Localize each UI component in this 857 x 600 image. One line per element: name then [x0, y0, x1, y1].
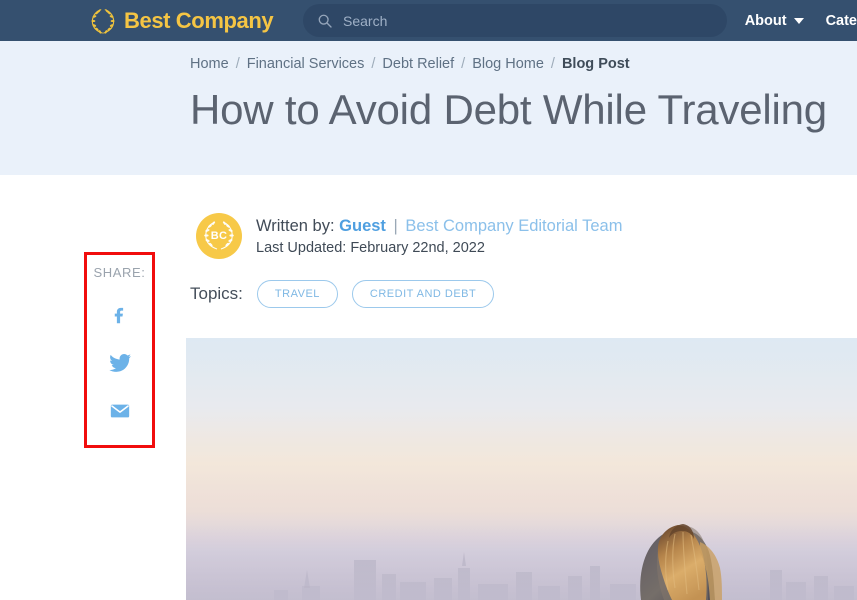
facebook-icon	[114, 307, 123, 324]
byline-block: Written by: Guest | Best Company Editori…	[256, 213, 622, 256]
chevron-down-icon	[793, 17, 804, 24]
search-input[interactable]	[343, 12, 713, 29]
last-updated: Last Updated: February 22nd, 2022	[256, 240, 485, 257]
nav-item-categories-label: Cate	[825, 12, 857, 29]
search-bar[interactable]	[303, 4, 727, 37]
share-rail: SHARE:	[84, 252, 155, 448]
search-icon	[318, 14, 332, 28]
nav-item-categories[interactable]: Cate	[826, 13, 857, 29]
article-meta: BC Written by: Guest | Best Company Edit…	[196, 213, 622, 259]
topic-tag-travel[interactable]: TRAVEL	[256, 280, 338, 308]
brand-logo[interactable]: Best Company	[88, 0, 274, 41]
hero-photo-illustration	[186, 338, 857, 600]
breadcrumb-separator: /	[371, 56, 376, 72]
nav-item-about-label: About	[744, 12, 787, 29]
hero-banner: Home / Financial Services / Debt Relief …	[0, 41, 857, 175]
primary-nav: About Cate	[745, 0, 857, 41]
share-email-button[interactable]	[107, 398, 133, 424]
topics-label: Topics:	[190, 284, 243, 303]
breadcrumb-separator: /	[461, 56, 466, 72]
breadcrumb-item-blog-post: Blog Post	[561, 56, 630, 72]
topic-tag-credit-and-debt[interactable]: CREDIT AND DEBT	[351, 280, 495, 308]
share-label: SHARE:	[93, 265, 146, 280]
breadcrumb-item-financial-services[interactable]: Financial Services	[247, 56, 365, 72]
brand-name: Best Company	[124, 7, 274, 33]
breadcrumb: Home / Financial Services / Debt Relief …	[190, 56, 630, 72]
byline-separator: |	[393, 217, 398, 235]
avatar: BC	[196, 213, 242, 259]
breadcrumb-separator: /	[550, 56, 555, 72]
byline: Written by: Guest | Best Company Editori…	[256, 215, 622, 237]
written-by-label: Written by:	[256, 217, 335, 235]
email-icon	[110, 404, 129, 418]
share-facebook-button[interactable]	[107, 302, 133, 328]
nav-item-about[interactable]: About	[745, 13, 804, 29]
breadcrumb-item-blog-home[interactable]: Blog Home	[472, 56, 544, 72]
blog-post-page: Best Company About Cate Home / Financial…	[0, 0, 857, 600]
breadcrumb-item-home[interactable]: Home	[190, 56, 229, 72]
twitter-icon	[108, 354, 131, 372]
topics-row: Topics: TRAVEL CREDIT AND DEBT	[190, 280, 495, 308]
page-title: How to Avoid Debt While Traveling	[190, 86, 827, 133]
author-link[interactable]: Guest	[339, 217, 386, 235]
laurel-wreath-icon	[91, 8, 115, 34]
article-hero-image	[186, 338, 857, 600]
share-twitter-button[interactable]	[107, 350, 133, 376]
avatar-initials: BC	[210, 230, 228, 242]
breadcrumb-separator: /	[235, 56, 240, 72]
editorial-team-link[interactable]: Best Company Editorial Team	[405, 217, 622, 235]
site-header: Best Company About Cate	[0, 0, 857, 41]
breadcrumb-item-debt-relief[interactable]: Debt Relief	[382, 56, 454, 72]
